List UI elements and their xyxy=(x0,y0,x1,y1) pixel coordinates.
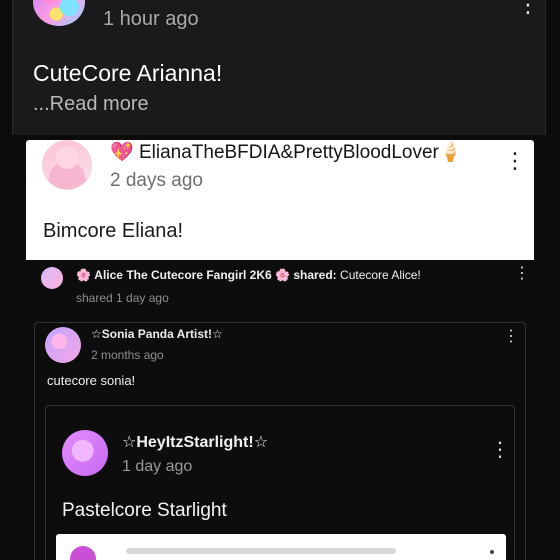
more-options-icon[interactable]: ⋮ xyxy=(503,329,519,345)
eliana-post-card: 💖 ElianaTheBFDIA&PrettyBloodLover🍦 2 day… xyxy=(26,140,534,560)
post-text: CuteCore Arianna! xyxy=(33,60,223,86)
post-text: cutecore sonia! xyxy=(47,373,136,388)
author-name-text: ElianaTheBFDIA&PrettyBloodLover xyxy=(138,142,439,163)
flower-emoji-icon: 🌸 xyxy=(76,268,91,282)
author-name[interactable]: ☆HeyItzStarlight!☆ xyxy=(122,432,268,452)
more-options-icon[interactable]: ⋮ xyxy=(517,0,539,16)
shared-title: Cutecore Alice! xyxy=(340,268,421,282)
share-header: 🌸 Alice The Cutecore Fangirl 2K6 🌸 share… xyxy=(76,268,421,282)
starlight-post-card: ☆HeyItzStarlight!☆ 1 day ago ⋮ Pastelcor… xyxy=(45,405,515,560)
flower-emoji-icon: 🌸 xyxy=(275,268,290,282)
avatar[interactable] xyxy=(45,327,81,363)
shared-post-card: 🌸 Alice The Cutecore Fangirl 2K6 🌸 share… xyxy=(26,260,534,560)
post-timestamp: 1 day ago xyxy=(122,458,193,475)
sonia-post-card: ☆Sonia Panda Artist!☆ 2 months ago ⋮ cut… xyxy=(34,322,526,560)
author-name[interactable]: ☆Sonia Panda Artist!☆ xyxy=(91,327,223,341)
read-more-link[interactable]: ...Read more xyxy=(33,93,149,116)
post-timestamp: 2 months ago xyxy=(91,348,164,362)
author-name[interactable]: 💖 ElianaTheBFDIA&PrettyBloodLover🍦 xyxy=(110,140,463,164)
more-options-icon[interactable]: ⋮ xyxy=(504,150,526,172)
avatar[interactable] xyxy=(33,0,85,26)
author-name-placeholder xyxy=(126,548,396,554)
more-options-icon[interactable] xyxy=(490,550,494,554)
avatar[interactable] xyxy=(42,140,92,190)
nested-post-card-peek xyxy=(56,534,506,560)
avatar[interactable] xyxy=(62,430,108,476)
post-timestamp: 1 hour ago xyxy=(103,8,199,30)
shared-label: shared: xyxy=(293,268,337,282)
sharer-name[interactable]: Alice The Cutecore Fangirl 2K6 xyxy=(94,268,271,282)
avatar[interactable] xyxy=(70,546,96,560)
share-timestamp: shared 1 day ago xyxy=(76,291,169,305)
heart-emoji-icon: 💖 xyxy=(110,142,134,163)
ice-cream-emoji-icon: 🍦 xyxy=(438,142,463,163)
post-text: Bimcore Eliana! xyxy=(43,220,184,242)
more-options-icon[interactable]: ⋮ xyxy=(490,440,510,460)
top-post-card: 1 hour ago ⋮ CuteCore Arianna! ...Read m… xyxy=(12,0,546,135)
post-text: Pastelcore Starlight xyxy=(62,500,227,521)
more-options-icon[interactable]: ⋮ xyxy=(514,266,530,282)
post-timestamp: 2 days ago xyxy=(110,170,203,191)
avatar[interactable] xyxy=(41,267,63,289)
